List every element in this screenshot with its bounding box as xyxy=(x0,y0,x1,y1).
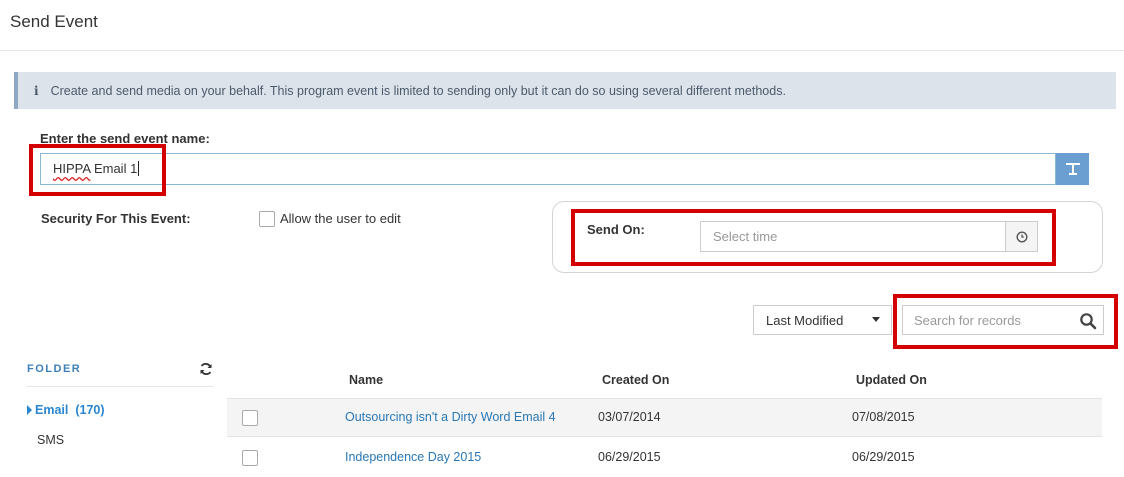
sort-select[interactable]: Last Modified xyxy=(753,305,892,335)
folder-divider xyxy=(27,386,213,387)
column-header-created[interactable]: Created On xyxy=(602,373,669,387)
record-name-link[interactable]: Independence Day 2015 xyxy=(345,450,481,464)
folder-item-sms[interactable]: SMS xyxy=(37,433,64,447)
allow-edit-label: Allow the user to edit xyxy=(280,211,401,226)
highlight-search-box xyxy=(893,294,1118,349)
folder-item-email[interactable]: Email (170) xyxy=(27,403,105,417)
text-format-icon xyxy=(1065,163,1080,175)
column-header-updated[interactable]: Updated On xyxy=(856,373,927,387)
info-message: Create and send media on your behalf. Th… xyxy=(50,83,786,98)
security-label: Security For This Event: xyxy=(41,211,191,226)
highlight-name-box xyxy=(29,144,166,196)
allow-edit-checkbox[interactable] xyxy=(259,211,275,227)
info-icon: i xyxy=(34,83,39,98)
page-title: Send Event xyxy=(10,12,98,31)
title-divider xyxy=(0,50,1124,51)
row-checkbox[interactable] xyxy=(242,450,258,466)
chevron-down-icon xyxy=(872,317,880,322)
text-format-button[interactable] xyxy=(1056,153,1089,185)
folder-item-count: (170) xyxy=(75,403,105,417)
info-banner: i Create and send media on your behalf. … xyxy=(14,72,1116,109)
row-checkbox[interactable] xyxy=(242,410,258,426)
folder-item-label: SMS xyxy=(37,433,65,447)
record-name-link[interactable]: Outsourcing isn't a Dirty Word Email 4 xyxy=(345,410,556,424)
sort-selected-value: Last Modified xyxy=(766,312,844,328)
refresh-button[interactable] xyxy=(199,362,213,376)
folder-item-label: Email xyxy=(35,403,69,417)
caret-right-icon xyxy=(27,405,32,415)
column-header-name[interactable]: Name xyxy=(349,373,383,387)
record-updated-date: 06/29/2015 xyxy=(852,450,915,464)
highlight-send-on-box xyxy=(571,209,1056,266)
event-name-input[interactable]: HIPPA Email 1 xyxy=(40,153,1056,185)
refresh-icon xyxy=(200,362,212,376)
record-created-date: 06/29/2015 xyxy=(598,450,661,464)
record-updated-date: 07/08/2015 xyxy=(852,410,915,424)
record-created-date: 03/07/2014 xyxy=(598,410,661,424)
folder-header: FOLDER xyxy=(27,363,82,375)
